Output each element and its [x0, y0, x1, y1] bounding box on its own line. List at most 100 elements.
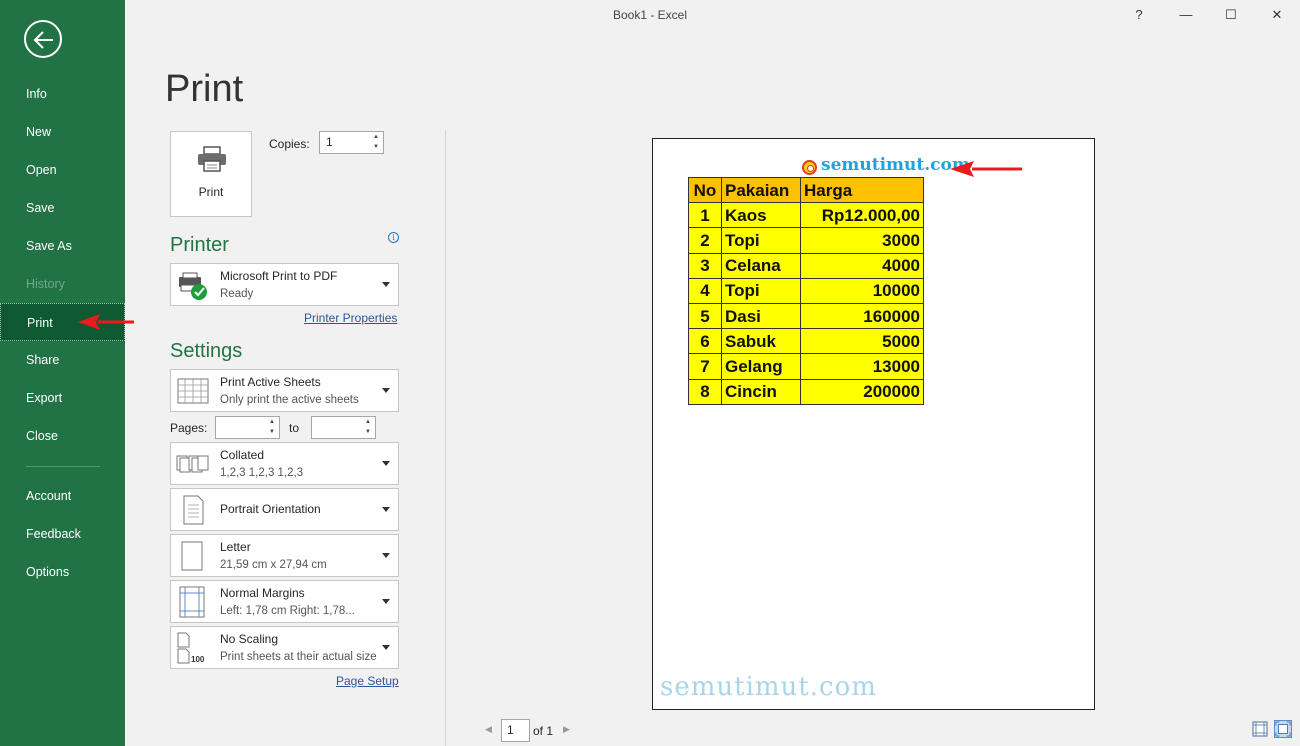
window-title: Book1 - Excel [612, 8, 688, 22]
cell-item: Celana [721, 252, 801, 279]
chevron-down-icon [382, 553, 390, 558]
collation-title: Collated [220, 448, 265, 462]
cell-no: 3 [688, 252, 722, 279]
nav-feedback[interactable]: Feedback [0, 515, 125, 553]
table-row: 8 Cincin 200000 [688, 378, 924, 405]
help-icon[interactable]: ? [1129, 5, 1149, 25]
print-what-title: Print Active Sheets [220, 375, 321, 389]
chevron-down-icon [382, 645, 390, 650]
cell-item: Kaos [721, 202, 801, 229]
margins-icon [179, 586, 205, 618]
collated-pages-icon [176, 455, 209, 473]
maximize-icon[interactable]: ☐ [1221, 5, 1241, 25]
header-harga: Harga [800, 176, 924, 204]
copies-stepper[interactable]: 1 ▲ ▼ [319, 131, 384, 154]
info-icon[interactable]: i [388, 232, 399, 243]
nav-share[interactable]: Share [0, 341, 125, 379]
cell-price: 3000 [800, 227, 924, 254]
chevron-down-icon [382, 388, 390, 393]
print-button[interactable]: Print [170, 131, 252, 217]
printer-ready-icon [179, 272, 207, 300]
back-arrow-icon [33, 31, 53, 49]
cell-price: 10000 [800, 277, 924, 304]
minimize-icon[interactable]: — [1176, 5, 1196, 25]
pages-label: Pages: [170, 421, 208, 435]
nav-history: History [26, 277, 65, 291]
pages-to-input[interactable]: ▲ ▼ [311, 416, 376, 439]
margins-dropdown[interactable]: Normal Margins Left: 1,78 cm Right: 1,78… [170, 580, 399, 623]
nav-divider [26, 466, 100, 467]
chevron-down-icon [382, 507, 390, 512]
cell-item: Topi [721, 277, 801, 304]
cell-item: Cincin [721, 378, 801, 405]
cell-item: Topi [721, 227, 801, 254]
nav-open[interactable]: Open [0, 151, 125, 189]
stepper-arrows-icon[interactable]: ▲ ▼ [369, 132, 383, 153]
page-count-label: of 1 [533, 724, 554, 738]
copies-label: Copies: [269, 137, 310, 151]
stepper-arrows-icon[interactable]: ▲ ▼ [265, 417, 279, 438]
cell-no: 2 [688, 227, 722, 254]
cell-price: 5000 [800, 328, 924, 355]
paper-size-title: Letter [220, 540, 251, 554]
cell-price: 4000 [800, 252, 924, 279]
printer-icon [198, 146, 226, 172]
scaling-dropdown[interactable]: 100 No Scaling Print sheets at their act… [170, 626, 399, 669]
prev-page-icon[interactable]: ◀ [485, 724, 492, 735]
printer-name: Microsoft Print to PDF [220, 269, 338, 283]
cell-no: 4 [688, 277, 722, 304]
scaling-icon-text: 100 [191, 655, 205, 664]
table-row: 2 Topi 3000 [688, 227, 924, 254]
chevron-down-icon [382, 599, 390, 604]
cell-no: 5 [688, 302, 722, 330]
nav-account[interactable]: Account [0, 477, 125, 515]
orientation-title: Portrait Orientation [220, 502, 321, 516]
nav-info[interactable]: Info [0, 75, 125, 113]
table-row: 6 Sabuk 5000 [688, 328, 924, 355]
printer-properties-link[interactable]: Printer Properties [304, 311, 397, 325]
cell-no: 1 [688, 202, 722, 229]
printer-status: Ready [220, 288, 254, 300]
cell-item: Sabuk [721, 328, 801, 355]
stepper-arrows-icon[interactable]: ▲ ▼ [361, 417, 375, 438]
page-title: Print [165, 68, 244, 110]
back-button[interactable] [24, 20, 62, 58]
paper-size-icon [181, 541, 203, 571]
close-window-icon[interactable]: ✕ [1267, 5, 1287, 25]
cell-item: Gelang [721, 353, 801, 380]
collation-subtitle: 1,2,3 1,2,3 1,2,3 [220, 467, 304, 479]
page-number-input[interactable]: 1 [501, 719, 530, 742]
annotation-arrow-icon [78, 314, 134, 330]
nav-options[interactable]: Options [0, 553, 125, 591]
paper-size-dropdown[interactable]: Letter 21,59 cm x 27,94 cm [170, 534, 399, 577]
portrait-page-icon [183, 495, 204, 525]
pages-from-input[interactable]: ▲ ▼ [215, 416, 280, 439]
cell-item: Dasi [721, 302, 801, 330]
paper-size-subtitle: 21,59 cm x 27,94 cm [220, 559, 327, 571]
zoom-to-page-icon[interactable] [1274, 720, 1292, 738]
collation-dropdown[interactable]: Collated 1,2,3 1,2,3 1,2,3 [170, 442, 399, 485]
settings-heading: Settings [170, 340, 243, 362]
orientation-dropdown[interactable]: Portrait Orientation [170, 488, 399, 531]
annotation-arrow-icon [950, 161, 1022, 177]
page-setup-link[interactable]: Page Setup [336, 674, 399, 688]
print-what-dropdown[interactable]: Print Active Sheets Only print the activ… [170, 369, 399, 412]
margins-title: Normal Margins [220, 586, 305, 600]
scaling-title: No Scaling [220, 632, 279, 646]
cell-price: Rp12.000,00 [800, 202, 924, 229]
scaling-icon: 100 [177, 632, 205, 664]
cell-no: 8 [688, 378, 722, 405]
nav-close[interactable]: Close [0, 417, 125, 455]
nav-export[interactable]: Export [0, 379, 125, 417]
next-page-icon[interactable]: ▶ [563, 724, 570, 735]
site-logo-icon [802, 160, 817, 175]
printer-dropdown[interactable]: Microsoft Print to PDF Ready [170, 263, 399, 306]
sheet-grid-icon [177, 378, 209, 404]
chevron-down-icon [382, 282, 390, 287]
nav-save[interactable]: Save [0, 189, 125, 227]
show-margins-icon[interactable] [1251, 720, 1269, 738]
nav-new[interactable]: New [0, 113, 125, 151]
table-header-row: No Pakaian Harga [688, 176, 924, 204]
nav-save-as[interactable]: Save As [0, 227, 125, 265]
cell-no: 6 [688, 328, 722, 355]
